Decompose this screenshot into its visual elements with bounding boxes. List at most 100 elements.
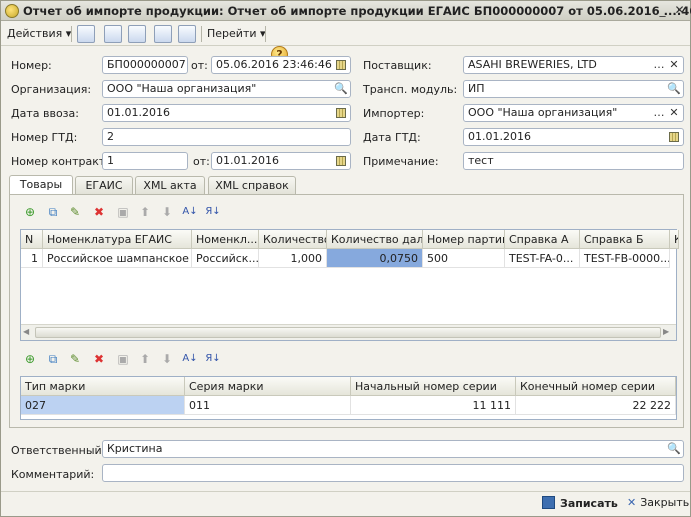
scroll-right-icon[interactable]: ▶ (663, 327, 673, 338)
select-button[interactable]: … (651, 105, 667, 121)
move-mark-down-icon[interactable]: ⬇ (159, 351, 175, 367)
goods-panel: ⊕ ⧉ ✎ ✖ ▣ ⬆ ⬇ A↓ Я↓ N Номенклатура ЕГАИС… (9, 194, 684, 428)
close-icon[interactable]: ✕ (672, 3, 687, 18)
sort-mark-asc-icon[interactable]: A↓ (182, 351, 198, 367)
scroll-left-icon[interactable]: ◀ (23, 327, 33, 338)
import-date-field[interactable]: 01.01.2016 (102, 104, 351, 122)
importer-field[interactable]: ООО "Наша организация" … ✕ (463, 104, 684, 122)
goto-menu[interactable]: Перейти ▾ (207, 25, 266, 43)
column-header[interactable]: Справка Б (580, 230, 670, 249)
scrollbar-thumb[interactable] (35, 327, 661, 338)
reference-a-cell[interactable]: TEST-FA-0... (505, 249, 580, 268)
sort-asc-icon[interactable]: A↓ (182, 204, 198, 220)
toolbar-separator (265, 26, 266, 42)
reference-b-cell[interactable]: TEST-FB-0000... (580, 249, 670, 268)
item-cell[interactable]: Российск... (192, 249, 259, 268)
egais-item-cell[interactable]: Российское шампанское ... (43, 249, 192, 268)
window: Отчет об импорте продукции: Отчет об имп… (0, 0, 691, 517)
quantity-cell[interactable]: 1,000 (259, 249, 327, 268)
mark-series-cell[interactable]: 011 (185, 396, 351, 415)
window-title: Отчет об импорте продукции: Отчет об имп… (23, 4, 691, 18)
edit-row-icon[interactable]: ✎ (67, 204, 83, 220)
importer-label: Импортер: (363, 107, 425, 120)
app-logo-icon (5, 4, 19, 18)
responsible-field[interactable]: Кристина 🔍 (102, 440, 684, 458)
delete-mark-icon[interactable]: ✖ (91, 351, 107, 367)
importer-value: ООО "Наша организация" (468, 106, 618, 119)
column-header[interactable]: Тип марки (21, 377, 185, 396)
minimize-icon[interactable]: _ (655, 3, 670, 18)
tab-xml-act[interactable]: XML акта (135, 176, 205, 194)
copy-mark-icon[interactable]: ⧉ (45, 351, 61, 367)
refresh-icon[interactable] (104, 25, 122, 43)
search-icon[interactable]: 🔍 (666, 81, 682, 97)
toolbar-separator (201, 26, 202, 42)
print-icon[interactable] (178, 25, 196, 43)
column-header[interactable]: Конечный номер серии (516, 377, 676, 396)
post-document-icon[interactable] (77, 25, 95, 43)
end-edit-mark-icon[interactable]: ▣ (115, 351, 131, 367)
org-field[interactable]: ООО "Наша организация" 🔍 (102, 80, 351, 98)
supplier-field[interactable]: ASAHI BREWERIES, LTD … ✕ (463, 56, 684, 74)
search-icon[interactable]: 🔍 (666, 441, 682, 457)
mark-type-cell[interactable]: 027 (21, 396, 185, 415)
comment-field[interactable] (102, 464, 684, 482)
contract-field[interactable]: 1 (102, 152, 188, 170)
contract-date-field[interactable]: 01.01.2016 (211, 152, 351, 170)
calendar-icon[interactable] (333, 105, 349, 121)
column-header[interactable]: Номенкл... (192, 230, 259, 249)
date-field[interactable]: 05.06.2016 23:46:46 (211, 56, 351, 74)
save-button[interactable]: Записать (542, 496, 618, 512)
calendar-icon[interactable] (333, 57, 349, 73)
column-header[interactable]: N (21, 230, 43, 249)
new-document-icon[interactable] (128, 25, 146, 43)
tab-egais[interactable]: ЕГАИС (75, 176, 133, 194)
contract-label: Номер контракта: (11, 155, 116, 168)
column-header[interactable]: К (670, 230, 679, 249)
tab-xml-references[interactable]: XML справок (208, 176, 296, 194)
number-field[interactable]: БП000000007 (102, 56, 188, 74)
tab-goods[interactable]: Товары (9, 175, 73, 195)
add-mark-icon[interactable]: ⊕ (22, 351, 38, 367)
series-start-cell[interactable]: 11 111 (351, 396, 516, 415)
org-label: Организация: (11, 83, 92, 96)
column-header[interactable]: Начальный номер серии (351, 377, 516, 396)
select-button[interactable]: … (651, 57, 667, 73)
actions-menu[interactable]: Действия ▾ (7, 25, 71, 43)
column-header[interactable]: Серия марки (185, 377, 351, 396)
column-header[interactable]: Номенклатура ЕГАИС (43, 230, 192, 249)
move-down-icon[interactable]: ⬇ (159, 204, 175, 220)
gtd-field[interactable]: 2 (102, 128, 351, 146)
clear-icon[interactable]: ✕ (666, 57, 682, 73)
close-button[interactable]: ✕ Закрыть (627, 496, 689, 512)
calendar-icon[interactable] (333, 153, 349, 169)
batch-number-cell[interactable]: 500 (423, 249, 505, 268)
column-header[interactable]: Количество дал (327, 230, 423, 249)
search-icon[interactable]: 🔍 (333, 81, 349, 97)
column-header[interactable]: Количество (259, 230, 327, 249)
horizontal-scrollbar[interactable]: ◀ ▶ (21, 324, 676, 340)
delete-row-icon[interactable]: ✖ (91, 204, 107, 220)
copy-row-icon[interactable]: ⧉ (45, 204, 61, 220)
edit-mark-icon[interactable]: ✎ (67, 351, 83, 367)
move-up-icon[interactable]: ⬆ (137, 204, 153, 220)
structure-icon[interactable] (154, 25, 172, 43)
series-end-cell[interactable]: 22 222 (516, 396, 676, 415)
title-bar: Отчет об импорте продукции: Отчет об имп… (1, 1, 691, 21)
move-mark-up-icon[interactable]: ⬆ (137, 351, 153, 367)
add-row-icon[interactable]: ⊕ (22, 204, 38, 220)
end-edit-icon[interactable]: ▣ (115, 204, 131, 220)
sort-desc-icon[interactable]: Я↓ (205, 204, 221, 220)
column-header[interactable]: Справка А (505, 230, 580, 249)
supplier-value: ASAHI BREWERIES, LTD (468, 58, 597, 71)
calendar-icon[interactable] (666, 129, 682, 145)
sort-mark-desc-icon[interactable]: Я↓ (205, 351, 221, 367)
transport-field[interactable]: ИП 🔍 (463, 80, 684, 98)
column-header[interactable]: Номер партии (423, 230, 505, 249)
gtd-date-field[interactable]: 01.01.2016 (463, 128, 684, 146)
quantity-dal-cell[interactable]: 0,0750 (327, 249, 423, 268)
clear-icon[interactable]: ✕ (666, 105, 682, 121)
note-field[interactable]: тест (463, 152, 684, 170)
footer-divider (1, 491, 690, 492)
marks-table: Тип марки Серия марки Начальный номер се… (20, 376, 677, 420)
